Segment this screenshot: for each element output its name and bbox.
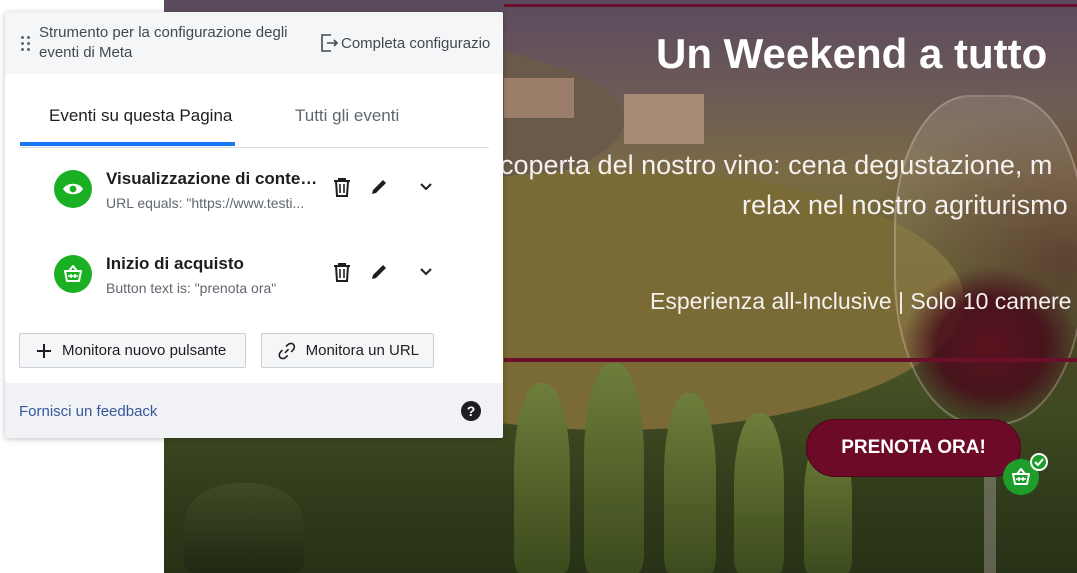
- tab-page-events[interactable]: Eventi su questa Pagina: [49, 106, 232, 126]
- check-icon: [1030, 453, 1048, 471]
- track-url-label: Monitora un URL: [305, 342, 419, 359]
- hero-tagline: Esperienza all-Inclusive | Solo 10 camer…: [650, 288, 1077, 314]
- track-new-button-label: Monitora nuovo pulsante: [62, 342, 227, 359]
- eye-icon: [63, 183, 83, 195]
- event-setup-panel: Strumento per la configurazione degli ev…: [5, 12, 503, 438]
- feedback-link[interactable]: Fornisci un feedback: [19, 403, 157, 420]
- background-tree: [664, 393, 716, 573]
- panel-footer: Fornisci un feedback ?: [5, 383, 503, 438]
- track-new-button-button[interactable]: Monitora nuovo pulsante: [19, 333, 246, 368]
- event-rule: Button text is: "prenota ora": [106, 280, 277, 296]
- tab-bar: Eventi su questa Pagina Tutti gli eventi: [19, 74, 489, 148]
- event-name: Inizio di acquisto: [106, 254, 244, 273]
- help-icon[interactable]: ?: [461, 401, 481, 421]
- chevron-down-icon[interactable]: [414, 260, 438, 284]
- event-rule: URL equals: "https://www.testi...: [106, 195, 305, 211]
- event-status-badge: [54, 170, 92, 208]
- banner-border-bottom: [504, 358, 1077, 362]
- background-tree: [514, 383, 570, 573]
- background-tree: [584, 363, 644, 573]
- tab-all-events[interactable]: Tutti gli eventi: [295, 106, 399, 126]
- background-tree: [184, 483, 304, 573]
- complete-setup-button[interactable]: Completa configurazio: [319, 32, 503, 54]
- complete-setup-label: Completa configurazio: [341, 34, 491, 52]
- basket-icon: [64, 265, 82, 282]
- hero-subtitle: relax nel nostro agriturismo: [742, 190, 1068, 220]
- hero-title: Un Weekend a tutto: [656, 30, 1048, 77]
- edit-pencil-icon[interactable]: [367, 260, 391, 284]
- hero-subtitle: coperta del nostro vino: cena degustazio…: [500, 150, 1053, 180]
- background-villa: [504, 78, 574, 118]
- panel-header: Strumento per la configurazione degli ev…: [5, 12, 503, 74]
- event-status-badge: [54, 255, 92, 293]
- banner-border-top: [504, 4, 1077, 7]
- wine-glass-image: [894, 95, 1077, 425]
- panel-title: Strumento per la configurazione degli ev…: [39, 24, 288, 61]
- edit-pencil-icon[interactable]: [367, 175, 391, 199]
- event-row[interactable]: Visualizzazione di contenuto URL equals:…: [19, 160, 489, 230]
- event-name: Visualizzazione di contenuto: [106, 169, 321, 188]
- track-url-button[interactable]: Monitora un URL: [261, 333, 434, 368]
- trash-icon[interactable]: [330, 175, 354, 199]
- event-row[interactable]: Inizio di acquisto Button text is: "pren…: [19, 245, 489, 315]
- background-villa: [624, 94, 704, 144]
- exit-icon: [321, 34, 339, 52]
- background-tree: [734, 413, 784, 573]
- book-now-button[interactable]: PRENOTA ORA!: [806, 419, 1021, 477]
- chevron-down-icon[interactable]: [414, 175, 438, 199]
- plus-icon: [37, 343, 51, 358]
- trash-icon[interactable]: [330, 260, 354, 284]
- basket-icon: [1012, 468, 1030, 485]
- drag-handle-icon[interactable]: [21, 36, 31, 52]
- link-icon: [278, 342, 296, 359]
- active-tab-indicator: [20, 142, 235, 146]
